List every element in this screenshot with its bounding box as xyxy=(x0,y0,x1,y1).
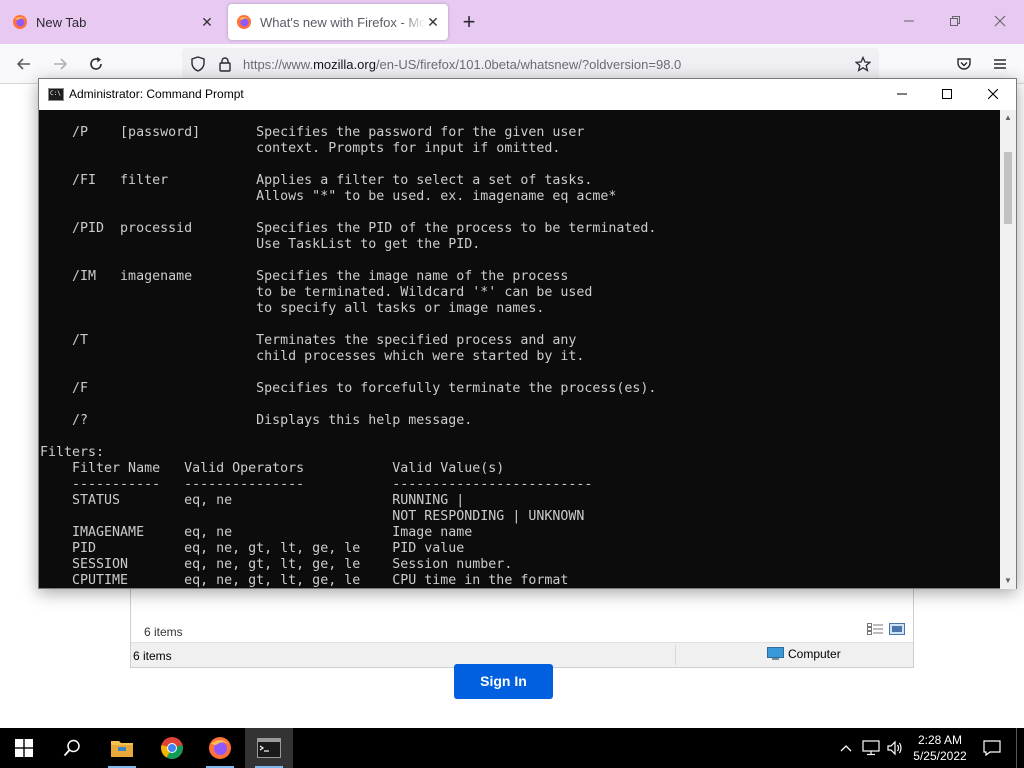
console-output[interactable]: /P [password] Specifies the password for… xyxy=(40,110,1000,589)
status-location: Computer xyxy=(767,647,841,661)
command-prompt-icon xyxy=(257,738,281,758)
items-count-label: 6 items xyxy=(144,625,183,639)
close-window-icon[interactable] xyxy=(988,10,1012,34)
scroll-up-arrow-icon[interactable]: ▲ xyxy=(1000,110,1016,126)
cmd-title-bar[interactable]: C:\ Administrator: Command Prompt xyxy=(39,79,1016,110)
status-divider xyxy=(675,645,676,665)
volume-icon xyxy=(887,740,902,756)
minimize-icon[interactable] xyxy=(890,83,914,105)
show-desktop-button[interactable] xyxy=(1016,728,1024,768)
search-button[interactable] xyxy=(48,728,96,768)
details-view-icon[interactable] xyxy=(867,623,883,635)
tab-new-tab[interactable]: New Tab ✕ xyxy=(4,4,222,40)
clock-time: 2:28 AM xyxy=(917,733,963,747)
shield-icon[interactable] xyxy=(190,56,206,72)
computer-icon xyxy=(767,647,784,660)
notification-icon xyxy=(983,740,1001,756)
status-items-count: 6 items xyxy=(133,649,172,663)
forward-arrow-icon[interactable] xyxy=(48,52,72,76)
large-icons-view-icon[interactable] xyxy=(889,623,905,635)
restore-icon[interactable] xyxy=(943,10,967,34)
command-prompt-icon: C:\ xyxy=(48,88,64,101)
command-prompt-window: C:\ Administrator: Command Prompt /P [pa… xyxy=(38,78,1017,589)
firefox-icon xyxy=(209,737,231,759)
scroll-down-arrow-icon[interactable]: ▼ xyxy=(1000,573,1016,589)
network-icon xyxy=(862,740,880,756)
network-button[interactable] xyxy=(860,728,882,768)
chrome-icon xyxy=(161,737,183,759)
tab-whats-new[interactable]: What's new with Firefox - More ✕ xyxy=(228,4,448,40)
cmd-window-title: Administrator: Command Prompt xyxy=(69,87,244,101)
start-button[interactable] xyxy=(0,728,48,768)
pocket-icon[interactable] xyxy=(952,52,976,76)
close-tab-icon[interactable]: ✕ xyxy=(426,15,440,29)
close-window-icon[interactable] xyxy=(981,83,1005,105)
chevron-up-icon xyxy=(840,745,852,752)
firefox-icon xyxy=(237,15,251,29)
tab-title: New Tab xyxy=(36,14,87,30)
url-text[interactable]: https://www.mozilla.org/en-US/firefox/10… xyxy=(243,57,681,72)
folder-icon xyxy=(111,741,133,757)
browser-tab-bar: New Tab ✕ What's new with Firefox - More… xyxy=(0,0,1024,44)
vertical-scrollbar[interactable]: ▲ ▼ xyxy=(1000,110,1016,589)
reload-icon[interactable] xyxy=(84,52,108,76)
taskbar-command-prompt[interactable] xyxy=(245,728,293,768)
tab-title: What's new with Firefox - More xyxy=(260,14,426,30)
clock-date: 5/25/2022 xyxy=(913,749,967,763)
maximize-icon[interactable] xyxy=(935,83,959,105)
search-icon xyxy=(63,739,80,757)
taskbar: 2:28 AM 5/25/2022 xyxy=(0,728,1024,768)
lock-icon[interactable] xyxy=(218,56,232,72)
new-tab-button[interactable]: + xyxy=(457,11,481,35)
back-arrow-icon[interactable] xyxy=(12,52,36,76)
firefox-icon xyxy=(13,15,27,29)
taskbar-firefox[interactable] xyxy=(196,728,244,768)
url-bar[interactable]: https://www.mozilla.org/en-US/firefox/10… xyxy=(182,48,879,80)
taskbar-file-explorer[interactable] xyxy=(98,728,146,768)
taskbar-chrome[interactable] xyxy=(148,728,196,768)
action-center-button[interactable] xyxy=(978,728,1006,768)
scroll-thumb[interactable] xyxy=(1004,152,1012,224)
sign-in-button[interactable]: Sign In xyxy=(454,664,553,699)
taskbar-clock[interactable]: 2:28 AM 5/25/2022 xyxy=(906,732,974,764)
show-hidden-icons-button[interactable] xyxy=(836,728,856,768)
windows-logo-icon xyxy=(15,739,33,757)
console-text: /P [password] Specifies the password for… xyxy=(40,125,657,588)
hamburger-menu-icon[interactable] xyxy=(988,52,1012,76)
bookmark-star-icon[interactable] xyxy=(855,56,871,72)
view-switcher xyxy=(867,623,905,635)
minimize-icon[interactable] xyxy=(897,10,921,34)
status-location-label: Computer xyxy=(788,647,841,661)
volume-button[interactable] xyxy=(884,728,906,768)
close-tab-icon[interactable]: ✕ xyxy=(200,15,214,29)
